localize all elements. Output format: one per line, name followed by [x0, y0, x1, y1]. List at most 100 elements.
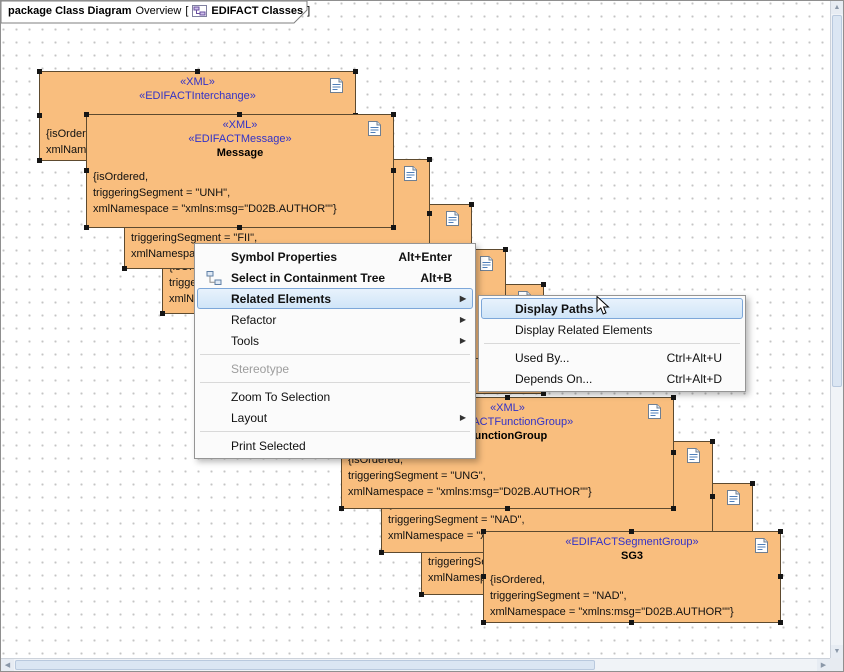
menu-item-label: Depends On... — [515, 372, 645, 386]
selection-handle[interactable] — [160, 311, 165, 316]
menu-item-display-paths[interactable]: Display Paths — [481, 298, 743, 319]
selection-handle[interactable] — [427, 157, 432, 162]
menu-item-tools[interactable]: Tools ▶ — [197, 330, 473, 351]
selection-handle[interactable] — [469, 202, 474, 207]
selection-handle[interactable] — [122, 266, 127, 271]
documentation-icon — [404, 166, 417, 181]
stereotype-label: «EDIFACTSegmentGroup» — [484, 535, 780, 549]
selection-handle[interactable] — [778, 574, 783, 579]
scroll-down-icon[interactable]: ▼ — [831, 645, 843, 658]
menu-item-label: Refactor — [231, 313, 452, 327]
class-property-line: triggeringSegment = "UNG", — [348, 468, 673, 484]
selection-handle[interactable] — [37, 158, 42, 163]
selection-handle[interactable] — [710, 494, 715, 499]
menu-item-label: Symbol Properties — [231, 250, 376, 264]
selection-handle[interactable] — [379, 550, 384, 555]
menu-item-related-elements[interactable]: Related Elements▶ — [197, 288, 473, 309]
selection-handle[interactable] — [505, 395, 510, 400]
selection-handle[interactable] — [353, 69, 358, 74]
selection-handle[interactable] — [427, 211, 432, 216]
selection-handle[interactable] — [481, 574, 486, 579]
menu-item-label: Print Selected — [231, 439, 452, 453]
package-name-label: Overview — [136, 5, 182, 17]
selection-handle[interactable] — [84, 168, 89, 173]
submenu-arrow-icon: ▶ — [460, 331, 466, 350]
class-property-line: xmlNamespace = "xmlns:msg="D02B.AUTHOR""… — [93, 201, 393, 217]
selection-handle[interactable] — [481, 620, 486, 625]
selection-handle[interactable] — [339, 506, 344, 511]
selection-handle[interactable] — [503, 247, 508, 252]
selection-handle[interactable] — [37, 69, 42, 74]
selection-handle[interactable] — [505, 506, 510, 511]
selection-handle[interactable] — [84, 225, 89, 230]
selection-handle[interactable] — [391, 112, 396, 117]
selection-handle[interactable] — [671, 395, 676, 400]
diagram-name-label: EDIFACT Classes — [211, 5, 303, 17]
scroll-right-icon[interactable]: ▶ — [817, 659, 830, 671]
menu-item-depends-on[interactable]: Depends On...Ctrl+Alt+D — [481, 368, 743, 389]
scrollbar-corner — [830, 658, 843, 671]
scroll-left-icon[interactable]: ◀ — [1, 659, 14, 671]
selection-handle[interactable] — [629, 529, 634, 534]
menu-item-symbol-properties[interactable]: Symbol Properties Alt+Enter — [197, 246, 473, 267]
selection-handle[interactable] — [778, 620, 783, 625]
selection-handle[interactable] — [778, 529, 783, 534]
uml-class-box[interactable]: «EDIFACTSegmentGroup» SG3 {isOrdered,tri… — [483, 531, 781, 623]
menu-shortcut: Alt+Enter — [398, 250, 452, 264]
class-property-line: triggeringSegment = "NAD", — [388, 512, 712, 528]
selection-handle[interactable] — [710, 439, 715, 444]
submenu-arrow-icon: ▶ — [460, 408, 466, 427]
uml-class-box[interactable]: «XML»«EDIFACTMessage» Message {isOrdered… — [86, 114, 394, 228]
menu-item-display-related-elements[interactable]: Display Related Elements — [481, 319, 743, 340]
menu-separator — [484, 343, 740, 344]
context-menu: Symbol Properties Alt+Enter Select in Cont… — [194, 243, 476, 459]
menu-item-label: Zoom To Selection — [231, 390, 452, 404]
menu-separator — [200, 354, 470, 355]
selection-handle[interactable] — [195, 69, 200, 74]
stereotype-section: «XML»«EDIFACTInterchange» — [40, 75, 355, 103]
documentation-icon — [480, 256, 493, 271]
class-property-line: xmlNamespace = "xmlns:msg="D02B.AUTHOR""… — [348, 484, 673, 500]
menu-item-used-by[interactable]: Used By...Ctrl+Alt+U — [481, 347, 743, 368]
selection-handle[interactable] — [481, 529, 486, 534]
vertical-scrollbar-thumb[interactable] — [832, 15, 842, 387]
scroll-up-icon[interactable]: ▲ — [831, 1, 843, 14]
selection-handle[interactable] — [37, 113, 42, 118]
selection-handle[interactable] — [237, 112, 242, 117]
bracket-open: [ — [185, 5, 188, 17]
documentation-icon — [446, 211, 459, 226]
selection-handle[interactable] — [237, 225, 242, 230]
stereotype-label: «XML» — [40, 75, 355, 89]
submenu-arrow-icon: ▶ — [460, 310, 466, 329]
selection-handle[interactable] — [84, 112, 89, 117]
stereotype-label: «EDIFACTInterchange» — [40, 89, 355, 103]
menu-item-select-in-containment-tree[interactable]: Select in Containment TreeAlt+B — [197, 267, 473, 288]
selection-handle[interactable] — [671, 506, 676, 511]
menu-item-refactor[interactable]: Refactor ▶ — [197, 309, 473, 330]
documentation-icon — [687, 448, 700, 463]
class-name-label: Message — [87, 146, 393, 161]
class-property-line: xmlNamespace = "xmlns:msg="D02B.AUTHOR""… — [490, 604, 780, 620]
vertical-scrollbar: ▲ ▼ — [830, 1, 843, 658]
horizontal-scrollbar-thumb[interactable] — [15, 660, 595, 670]
menu-shortcut: Ctrl+Alt+U — [667, 351, 722, 365]
selection-handle[interactable] — [391, 168, 396, 173]
bracket-close: ] — [307, 5, 310, 17]
selection-handle[interactable] — [541, 282, 546, 287]
menu-item-layout[interactable]: Layout▶ — [197, 407, 473, 428]
menu-item-label: Display Related Elements — [515, 323, 722, 337]
selection-handle[interactable] — [629, 620, 634, 625]
menu-item-print-selected[interactable]: Print Selected — [197, 435, 473, 456]
selection-handle[interactable] — [391, 225, 396, 230]
related-elements-submenu: Display Paths Display Related Elements Use… — [478, 295, 746, 392]
selection-handle[interactable] — [750, 481, 755, 486]
selection-handle[interactable] — [671, 450, 676, 455]
menu-item-label: Stereotype — [231, 362, 452, 376]
selection-handle[interactable] — [419, 592, 424, 597]
class-content: «XML»«EDIFACTMessage» Message {isOrdered… — [87, 115, 393, 227]
menu-item-label: Tools — [231, 334, 452, 348]
menu-item-zoom-to-selection[interactable]: Zoom To Selection — [197, 386, 473, 407]
horizontal-scrollbar: ◀ ▶ — [1, 658, 830, 671]
containment-tree-icon — [206, 270, 222, 286]
stereotype-section: «XML»«EDIFACTMessage» — [87, 118, 393, 146]
